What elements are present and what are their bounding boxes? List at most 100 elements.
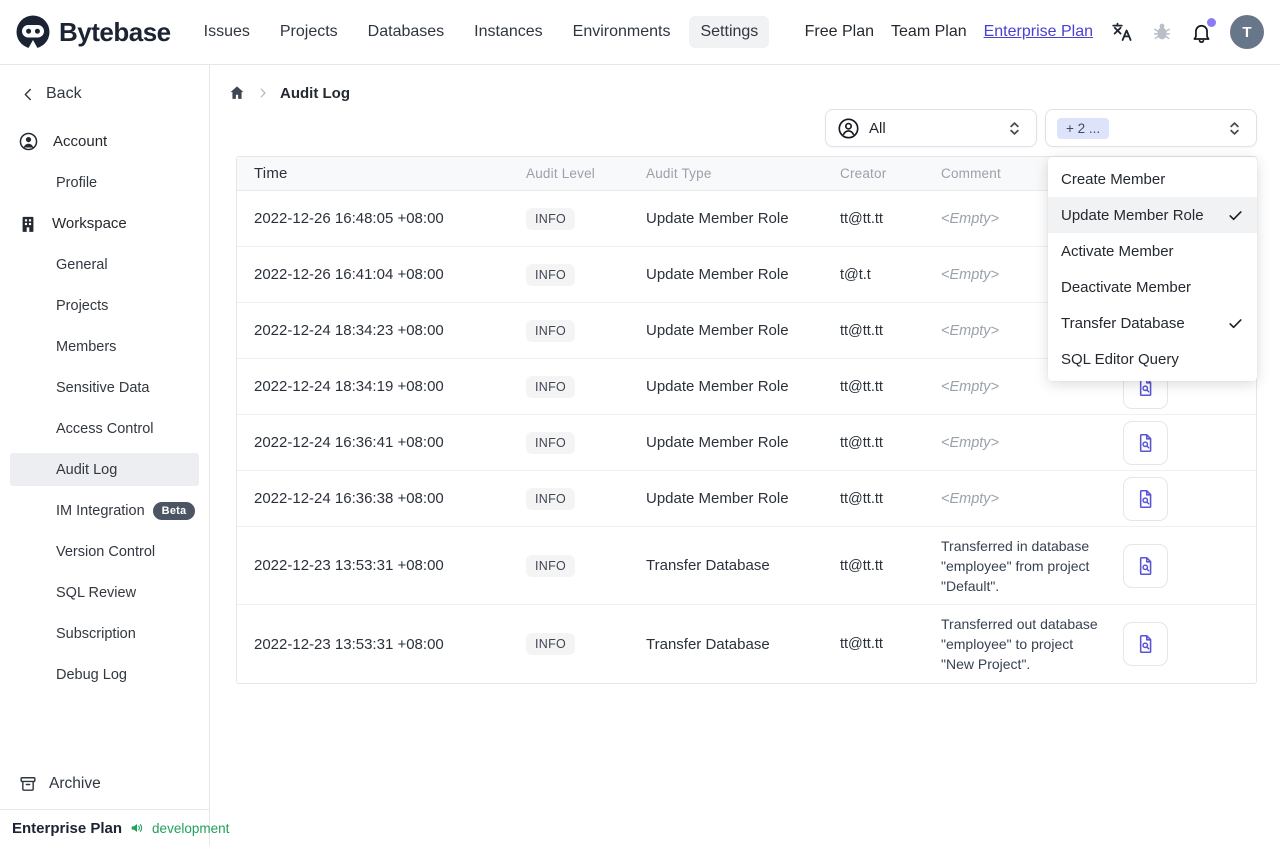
avatar[interactable]: T — [1230, 15, 1264, 49]
nav-instances[interactable]: Instances — [463, 16, 553, 48]
audit-type-cell: Update Member Role — [646, 266, 789, 283]
creator-cell: tt@tt.tt — [840, 490, 883, 507]
page-title: Audit Log — [280, 84, 350, 102]
audit-level-cell: INFO — [526, 263, 646, 286]
creator-cell: tt@tt.tt — [840, 636, 883, 652]
menu-item-deactivate-member[interactable]: Deactivate Member — [1048, 269, 1257, 305]
creator-filter-select[interactable]: All — [825, 109, 1037, 147]
creator-cell: tt@tt.tt — [840, 434, 883, 451]
table-row: 2022-12-23 13:53:31 +08:00 INFO Transfer… — [237, 527, 1256, 605]
team-plan-link[interactable]: Team Plan — [891, 23, 967, 41]
sidebar-item-debug-log[interactable]: Debug Log — [0, 654, 209, 695]
translate-icon[interactable] — [1110, 20, 1134, 44]
selected-types-tag: + 2 ... — [1057, 117, 1110, 139]
notifications-bell-icon[interactable] — [1190, 17, 1216, 44]
menu-item-activate-member[interactable]: Activate Member — [1048, 233, 1257, 269]
sidebar-item-version-control[interactable]: Version Control — [0, 531, 209, 572]
creator-cell: tt@tt.tt — [840, 322, 883, 339]
chevron-left-icon — [20, 86, 37, 103]
info-badge: INFO — [526, 633, 576, 655]
table-row: 2022-12-24 16:36:41 +08:00 INFO Update M… — [237, 415, 1256, 471]
chevron-right-icon — [256, 86, 270, 100]
menu-item-update-member-role[interactable]: Update Member Role — [1048, 197, 1257, 233]
home-icon[interactable] — [228, 84, 246, 102]
audit-level-cell: INFO — [526, 554, 646, 577]
time-cell: 2022-12-23 13:53:31 +08:00 — [254, 635, 444, 653]
current-plan-label: Enterprise Plan — [12, 819, 123, 837]
notification-dot — [1207, 17, 1216, 27]
bug-report-icon[interactable] — [1151, 21, 1173, 43]
view-detail-button[interactable] — [1123, 622, 1168, 666]
plan-bar: Enterprise Plan development — [0, 809, 229, 846]
audit-type-cell: Transfer Database — [646, 635, 770, 653]
environment-label: development — [152, 820, 230, 836]
nav-environments[interactable]: Environments — [562, 16, 682, 48]
person-circle-icon — [837, 117, 860, 140]
sidebar-item-general[interactable]: General — [0, 244, 209, 285]
info-badge: INFO — [526, 207, 576, 230]
sidebar-item-members[interactable]: Members — [0, 326, 209, 367]
menu-item-create-member[interactable]: Create Member — [1048, 161, 1257, 197]
comment-cell: Transferred out database "employee" to p… — [941, 616, 1098, 672]
sidebar-item-sql-review[interactable]: SQL Review — [0, 572, 209, 613]
sidebar-item-profile[interactable]: Profile — [0, 162, 209, 203]
user-circle-icon — [18, 131, 39, 152]
nav-settings[interactable]: Settings — [689, 16, 770, 48]
col-creator: Creator — [840, 166, 887, 181]
info-badge: INFO — [526, 487, 576, 510]
time-cell: 2022-12-24 18:34:23 +08:00 — [254, 322, 444, 339]
sidebar-nav: Account Profile Workspace General Projec… — [0, 121, 209, 695]
audit-type-cell: Update Member Role — [646, 378, 789, 395]
creator-cell: t@t.t — [840, 266, 871, 283]
back-button[interactable]: Back — [0, 65, 209, 103]
check-icon — [1227, 315, 1244, 332]
navbar-right: Free Plan Team Plan Enterprise Plan T — [805, 15, 1264, 49]
nav-projects[interactable]: Projects — [269, 16, 349, 48]
filter-bar: All + 2 ... — [210, 109, 1280, 147]
view-detail-button[interactable] — [1123, 543, 1168, 588]
comment-cell: <Empty> — [941, 490, 1000, 507]
audit-level-cell: INFO — [526, 633, 646, 655]
chevron-up-down-icon — [1224, 118, 1245, 139]
creator-cell: tt@tt.tt — [840, 557, 883, 574]
time-cell: 2022-12-26 16:41:04 +08:00 — [254, 266, 444, 283]
nav-databases[interactable]: Databases — [357, 16, 456, 48]
time-cell: 2022-12-24 16:36:41 +08:00 — [254, 434, 444, 451]
view-detail-button[interactable] — [1123, 420, 1168, 465]
brand-logo[interactable]: Bytebase — [14, 13, 171, 51]
comment-cell: Transferred in database "employee" from … — [941, 537, 1090, 594]
audit-type-cell: Update Member Role — [646, 490, 789, 507]
menu-item-sql-editor-query[interactable]: SQL Editor Query — [1048, 341, 1257, 377]
audit-type-filter-select[interactable]: + 2 ... — [1045, 109, 1257, 147]
creator-cell: tt@tt.tt — [840, 378, 883, 395]
info-badge: INFO — [526, 431, 576, 454]
view-detail-button[interactable] — [1123, 476, 1168, 521]
archive-link[interactable]: Archive — [0, 763, 209, 804]
col-audit-type: Audit Type — [646, 166, 712, 181]
sidebar-item-audit-log[interactable]: Audit Log — [10, 453, 199, 486]
back-label: Back — [46, 85, 82, 102]
info-badge: INFO — [526, 375, 576, 398]
audit-type-cell: Update Member Role — [646, 210, 789, 227]
sidebar-item-projects[interactable]: Projects — [0, 285, 209, 326]
info-badge: INFO — [526, 319, 576, 342]
nav-issues[interactable]: Issues — [193, 16, 261, 48]
announcement-speaker-icon — [129, 820, 145, 836]
enterprise-plan-link[interactable]: Enterprise Plan — [984, 23, 1093, 41]
time-cell: 2022-12-24 18:34:19 +08:00 — [254, 378, 444, 395]
breadcrumb: Audit Log — [210, 65, 1280, 102]
audit-type-dropdown-menu: Create Member Update Member Role Activat… — [1048, 157, 1257, 381]
menu-item-transfer-database[interactable]: Transfer Database — [1048, 305, 1257, 341]
comment-cell: <Empty> — [941, 434, 1000, 451]
bytebase-logo-icon — [14, 13, 52, 51]
col-time: Time — [254, 165, 288, 182]
check-icon — [1227, 207, 1244, 224]
audit-type-cell: Transfer Database — [646, 557, 770, 574]
sidebar-item-subscription[interactable]: Subscription — [0, 613, 209, 654]
sidebar-item-sensitive-data[interactable]: Sensitive Data — [0, 367, 209, 408]
sidebar-item-im-integration[interactable]: IM Integration Beta — [0, 490, 209, 531]
sidebar-item-access-control[interactable]: Access Control — [0, 408, 209, 449]
audit-level-cell: INFO — [526, 207, 646, 230]
top-navbar: Bytebase Issues Projects Databases Insta… — [0, 0, 1280, 65]
free-plan-link[interactable]: Free Plan — [805, 23, 874, 41]
